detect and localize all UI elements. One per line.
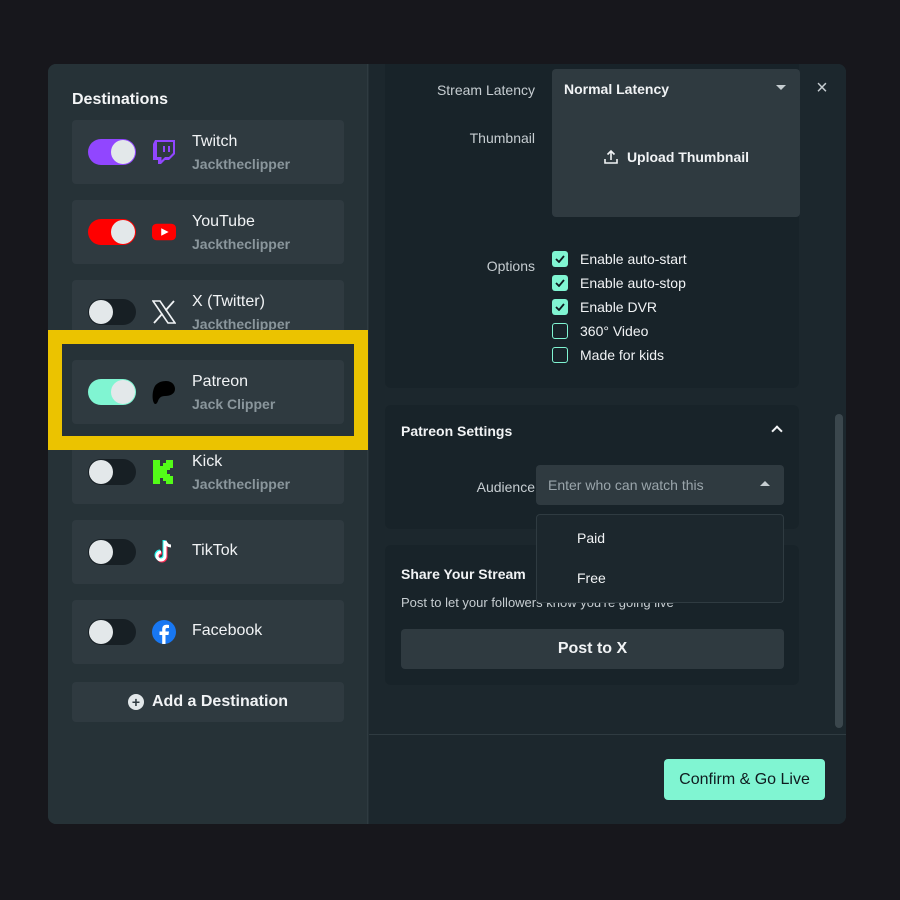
destination-twitch[interactable]: Twitch Jacktheclipper: [72, 120, 344, 184]
destination-name: X (Twitter): [192, 293, 265, 310]
scrollbar[interactable]: [835, 414, 843, 728]
destination-toggle[interactable]: [88, 379, 136, 405]
upload-thumbnail-button[interactable]: Upload Thumbnail: [552, 97, 800, 217]
audience-option-paid[interactable]: Paid: [577, 530, 605, 546]
go-live-modal: Destinations Twitch Jacktheclipper YouTu…: [48, 64, 846, 824]
option-label: 360° Video: [580, 323, 649, 339]
destination-account: Jack Clipper: [192, 396, 276, 412]
chevron-up-icon[interactable]: [771, 425, 783, 437]
destination-name: YouTube: [192, 213, 255, 230]
destination-facebook[interactable]: Facebook: [72, 600, 344, 664]
audience-select[interactable]: Enter who can watch this: [536, 465, 784, 505]
option-label: Enable auto-stop: [580, 275, 686, 291]
upload-icon: [603, 149, 619, 165]
caret-up-icon: [760, 481, 770, 486]
patreon-settings-title: Patreon Settings: [401, 423, 513, 439]
stream-latency-label: Stream Latency: [436, 82, 535, 98]
caret-down-icon: [776, 85, 786, 90]
post-to-x-button[interactable]: Post to X: [401, 629, 784, 669]
destination-patreon[interactable]: Patreon Jack Clipper: [72, 360, 344, 424]
destination-account: Jacktheclipper: [192, 156, 291, 172]
destination-toggle[interactable]: [88, 219, 136, 245]
kick-icon: [152, 460, 176, 484]
destination-youtube[interactable]: YouTube Jacktheclipper: [72, 200, 344, 264]
destinations-panel: Destinations Twitch Jacktheclipper YouTu…: [48, 64, 368, 824]
audience-placeholder: Enter who can watch this: [548, 477, 704, 493]
destination-name: Twitch: [192, 133, 238, 150]
destination-toggle[interactable]: [88, 619, 136, 645]
option-enable-auto-start[interactable]: Enable auto-start: [552, 250, 687, 268]
plus-icon: +: [127, 694, 144, 710]
checkbox-checked[interactable]: [552, 275, 568, 291]
destination-kick[interactable]: Kick Jacktheclipper: [72, 440, 344, 504]
checkbox-unchecked[interactable]: [552, 323, 568, 339]
destination-toggle[interactable]: [88, 139, 136, 165]
platform-settings-card: Stream Latency Normal Latency Thumbnail …: [385, 64, 800, 388]
destination-toggle[interactable]: [88, 299, 136, 325]
destination-name: Kick: [192, 453, 223, 470]
upload-thumbnail-label: Upload Thumbnail: [626, 149, 750, 165]
option-enable-dvr[interactable]: Enable DVR: [552, 298, 657, 316]
audience-label: Audience: [476, 479, 535, 495]
checkbox-checked[interactable]: [552, 299, 568, 315]
destination-name: Facebook: [192, 622, 263, 639]
tiktok-icon: [152, 540, 176, 564]
destination-x-twitter[interactable]: X (Twitter) Jacktheclipper: [72, 280, 344, 344]
destination-name: TikTok: [192, 542, 238, 559]
destination-account: Jacktheclipper: [192, 316, 291, 332]
audience-option-free[interactable]: Free: [577, 570, 606, 586]
close-icon[interactable]: ×: [814, 78, 830, 98]
option-360-video[interactable]: 360° Video: [552, 322, 648, 340]
patreon-settings-card: Patreon Settings Audience Enter who can …: [385, 405, 799, 529]
confirm-go-live-button[interactable]: Confirm & Go Live: [664, 759, 825, 800]
checkbox-unchecked[interactable]: [552, 347, 568, 363]
modal-footer: Confirm & Go Live: [369, 734, 846, 824]
option-made-for-kids[interactable]: Made for kids: [552, 346, 664, 364]
add-destination-label: Add a Destination: [151, 693, 288, 710]
destination-name: Patreon: [192, 373, 249, 390]
destination-toggle[interactable]: [88, 459, 136, 485]
options-label: Options: [486, 258, 535, 274]
patreon-icon: [152, 380, 176, 405]
audience-dropdown-menu: Paid Free: [536, 514, 784, 603]
option-label: Made for kids: [580, 347, 665, 363]
destination-account: Jacktheclipper: [192, 476, 291, 492]
option-enable-auto-stop[interactable]: Enable auto-stop: [552, 274, 686, 292]
checkbox-checked[interactable]: [552, 251, 568, 267]
stream-latency-value: Normal Latency: [564, 81, 670, 97]
twitch-icon: [152, 140, 176, 164]
youtube-icon: [152, 220, 176, 244]
thumbnail-label: Thumbnail: [469, 130, 535, 146]
settings-panel: Stream Latency Normal Latency Thumbnail …: [369, 64, 846, 734]
option-label: Enable DVR: [580, 299, 658, 315]
facebook-icon: [152, 620, 176, 644]
option-label: Enable auto-start: [580, 251, 687, 267]
destination-account: Jacktheclipper: [192, 236, 291, 252]
destination-toggle[interactable]: [88, 539, 136, 565]
add-destination-button[interactable]: + Add a Destination: [72, 682, 344, 722]
x-icon: [152, 300, 176, 324]
destination-tiktok[interactable]: TikTok: [72, 520, 344, 584]
share-title: Share Your Stream: [401, 566, 526, 582]
destinations-title: Destinations: [72, 91, 169, 108]
